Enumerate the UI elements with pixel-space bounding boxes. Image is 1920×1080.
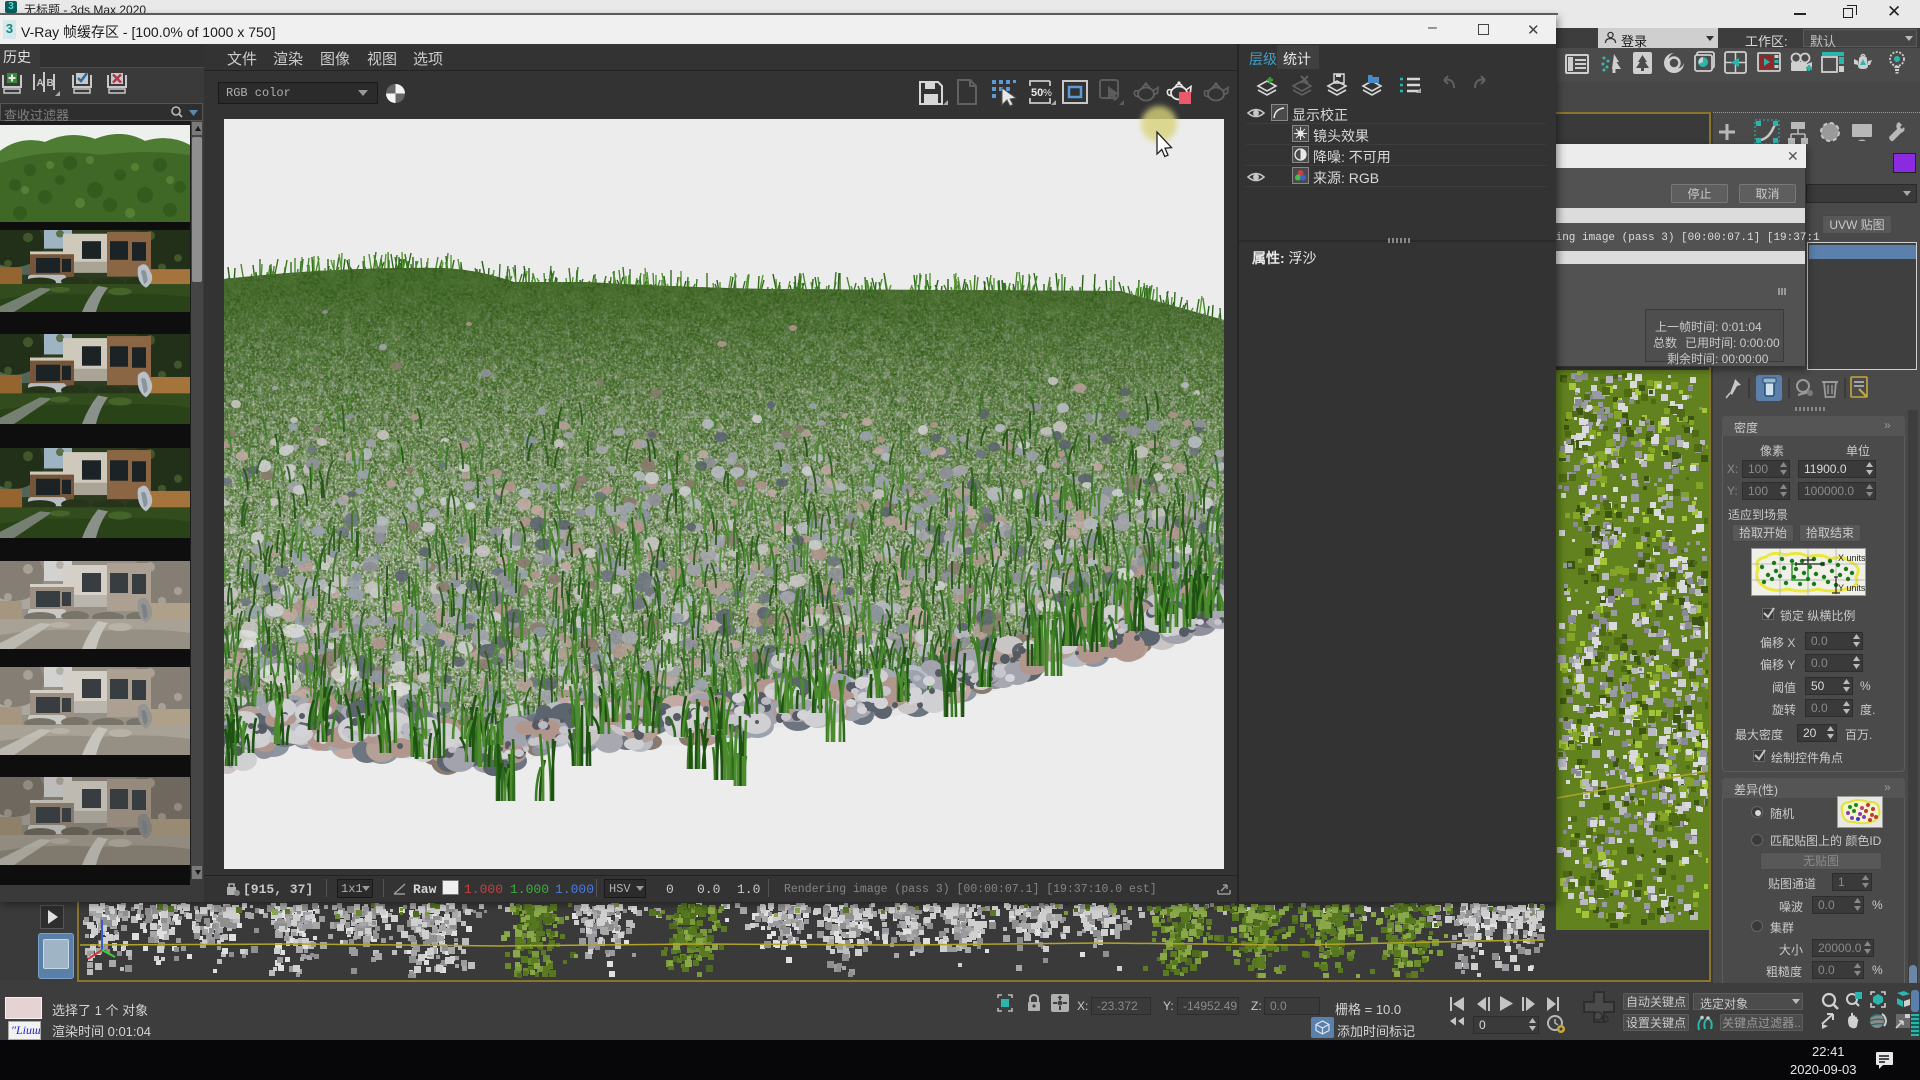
svg-text:50: 50 xyxy=(1031,87,1043,99)
svg-text:%: % xyxy=(1043,88,1052,99)
svg-text:A: A xyxy=(37,78,44,89)
svg-text:B: B xyxy=(47,78,54,89)
svg-text:X units: X units xyxy=(1838,553,1865,563)
svg-text:Y units: Y units xyxy=(1838,583,1865,593)
